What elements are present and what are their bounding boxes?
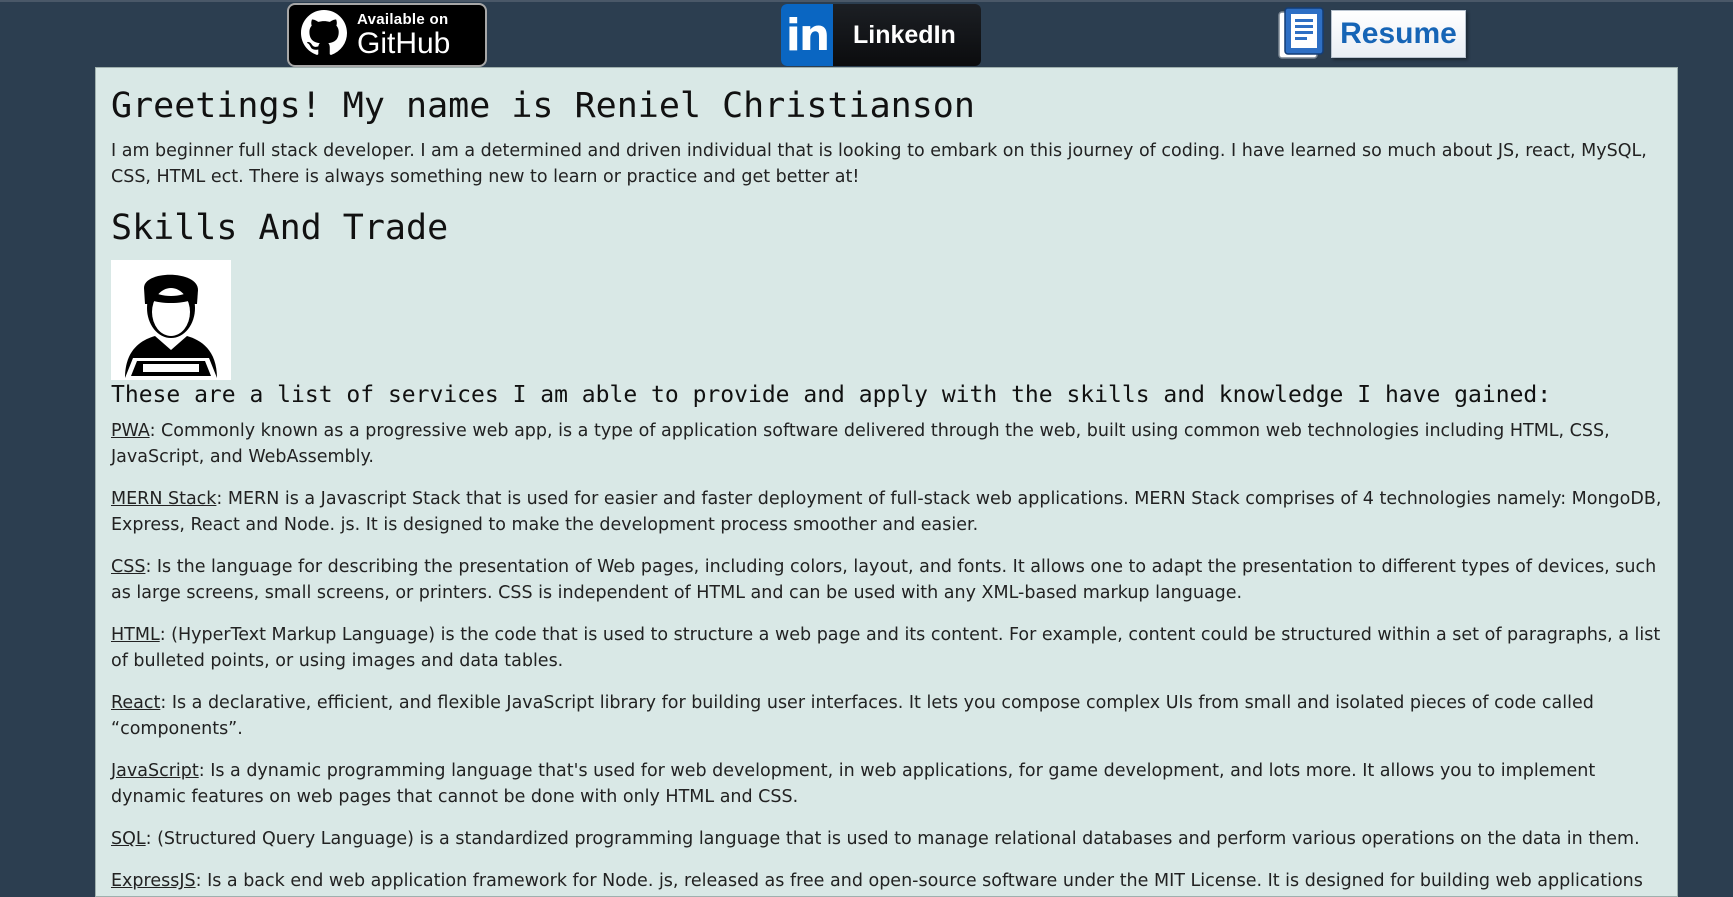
skills-heading: Skills And Trade xyxy=(111,208,449,248)
skill-link-sql[interactable]: SQL xyxy=(111,829,146,849)
skill-description: : Is a back end web application framewor… xyxy=(195,871,1643,891)
skill-link-pwa[interactable]: PWA xyxy=(111,421,150,441)
skill-description: : Is a declarative, efficient, and flexi… xyxy=(111,693,1594,739)
linkedin-badge-label: LinkedIn xyxy=(853,20,956,49)
top-nav: Available on GitHub in LinkedIn Resume xyxy=(0,0,1733,69)
intro-paragraph: I am beginner full stack developer. I am… xyxy=(111,141,1647,187)
resume-badge-link[interactable]: Resume xyxy=(1277,6,1472,62)
greeting-heading: Greetings! My name is Reniel Christianso… xyxy=(111,86,975,126)
skill-item-pwa: PWA: Commonly known as a progressive web… xyxy=(111,418,1662,470)
github-octocat-icon xyxy=(301,9,347,61)
skill-link-react[interactable]: React xyxy=(111,693,160,713)
skill-item-react: React: Is a declarative, efficient, and … xyxy=(111,690,1662,742)
skill-description: : (HyperText Markup Language) is the cod… xyxy=(111,625,1661,671)
skill-link-javascript[interactable]: JavaScript xyxy=(111,761,199,781)
linkedin-badge-link[interactable]: in LinkedIn xyxy=(781,4,981,66)
skill-description: : (Structured Query Language) is a stand… xyxy=(145,829,1640,849)
skill-description: : Commonly known as a progressive web ap… xyxy=(111,421,1610,467)
skill-link-expressjs[interactable]: ExpressJS xyxy=(111,871,196,891)
skill-item-css: CSS: Is the language for describing the … xyxy=(111,554,1662,606)
skill-description: : Is a dynamic programming language that… xyxy=(111,761,1596,807)
skill-description: : MERN is a Javascript Stack that is use… xyxy=(111,489,1662,535)
skill-link-html[interactable]: HTML xyxy=(111,625,160,645)
skill-item-sql: SQL: (Structured Query Language) is a st… xyxy=(111,826,1662,852)
github-badge-link[interactable]: Available on GitHub xyxy=(287,3,487,67)
skill-item-mern-stack: MERN Stack: MERN is a Javascript Stack t… xyxy=(111,486,1662,538)
skill-link-css[interactable]: CSS xyxy=(111,557,145,577)
developer-avatar-icon xyxy=(111,260,231,380)
services-heading: These are a list of services I am able t… xyxy=(111,382,1552,408)
resume-badge-label: Resume xyxy=(1331,10,1466,58)
github-badge-big-text: GitHub xyxy=(357,26,451,60)
linkedin-in-icon: in xyxy=(781,4,833,66)
skill-link-mern-stack[interactable]: MERN Stack xyxy=(111,489,216,509)
about-section: Greetings! My name is Reniel Christianso… xyxy=(95,67,1678,897)
skill-description: : Is the language for describing the pre… xyxy=(111,557,1657,603)
resume-document-icon xyxy=(1277,6,1333,62)
skill-item-html: HTML: (HyperText Markup Language) is the… xyxy=(111,622,1662,674)
skill-item-expressjs: ExpressJS: Is a back end web application… xyxy=(111,868,1662,896)
github-badge-small-text: Available on xyxy=(357,10,449,28)
skill-item-javascript: JavaScript: Is a dynamic programming lan… xyxy=(111,758,1662,810)
